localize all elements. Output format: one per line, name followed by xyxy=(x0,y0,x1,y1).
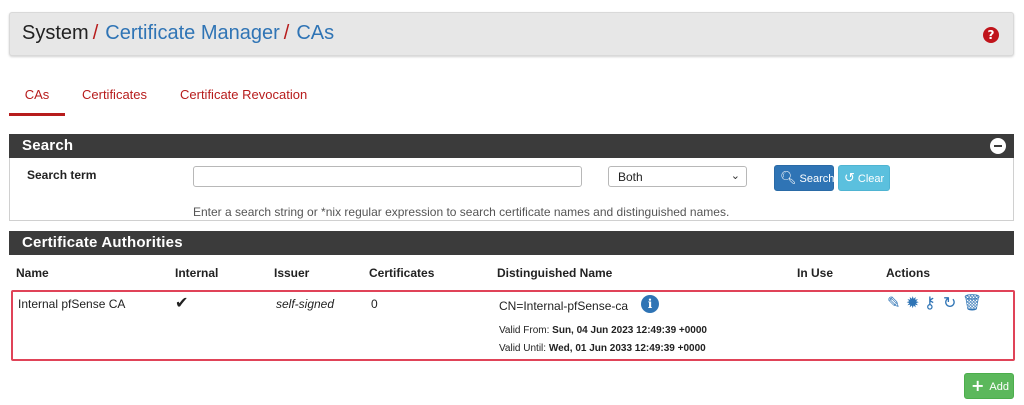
gear-icon[interactable]: ✹ xyxy=(906,293,919,312)
search-term-label: Search term xyxy=(27,168,97,182)
search-icon: 🔍︎ xyxy=(780,171,797,186)
add-button[interactable]: + Add xyxy=(964,373,1014,399)
column-header-actions: Actions xyxy=(886,266,931,280)
ca-certificates-count: 0 xyxy=(371,297,378,311)
valid-from-label: Valid From: xyxy=(499,325,550,336)
tab-certificate-revocation[interactable]: Certificate Revocation xyxy=(180,82,307,116)
tab-certificates[interactable]: Certificates xyxy=(82,82,147,116)
trash-icon[interactable]: 🗑︎ xyxy=(962,293,982,312)
refresh-icon[interactable]: ↻ xyxy=(943,293,956,312)
tab-cas[interactable]: CAs xyxy=(9,82,65,116)
column-header-distinguished-name: Distinguished Name xyxy=(497,266,613,280)
undo-icon: ↺ xyxy=(844,171,855,186)
column-header-name: Name xyxy=(16,266,49,280)
search-input[interactable] xyxy=(193,166,582,187)
breadcrumb-cas[interactable]: CAs xyxy=(296,22,334,44)
breadcrumb-separator: / xyxy=(92,22,99,44)
search-button-label: Search xyxy=(799,173,835,185)
search-panel-header: Search xyxy=(9,134,1014,158)
search-scope-value: Both xyxy=(618,170,643,184)
clear-button[interactable]: ↺ Clear xyxy=(838,165,890,191)
help-icon[interactable]: ? xyxy=(983,27,999,43)
search-panel-title: Search xyxy=(22,137,74,154)
breadcrumb-bar: System / Certificate Manager / CAs ? xyxy=(9,12,1014,56)
chevron-down-icon: ⌄ xyxy=(730,169,740,182)
pencil-icon[interactable]: ✎ xyxy=(887,293,900,312)
info-icon[interactable]: i xyxy=(641,295,659,313)
search-panel-body: Search term Both ⌄ 🔍︎ Search ↺ Clear Enter… xyxy=(9,158,1014,221)
column-header-issuer: Issuer xyxy=(274,266,310,280)
ca-table: Name Internal Issuer Certificates Distin… xyxy=(9,255,1015,362)
plus-icon: + xyxy=(971,376,985,395)
breadcrumb-certificate-manager[interactable]: Certificate Manager xyxy=(105,22,280,44)
breadcrumb-separator: / xyxy=(283,22,290,44)
column-header-in-use: In Use xyxy=(797,266,834,280)
valid-until-value: Wed, 01 Jun 2033 12:49:39 +0000 xyxy=(548,343,706,354)
ca-panel-title: Certificate Authorities xyxy=(22,234,183,251)
column-header-internal: Internal xyxy=(175,266,219,280)
valid-until-label: Valid Until: xyxy=(499,343,547,354)
search-button[interactable]: 🔍︎ Search xyxy=(774,165,834,191)
column-header-certificates: Certificates xyxy=(369,266,435,280)
add-button-label: Add xyxy=(989,381,1009,393)
breadcrumb: System / Certificate Manager / CAs xyxy=(22,22,334,45)
ca-distinguished-name: CN=Internal-pfSense-ca xyxy=(499,299,629,313)
valid-from-value: Sun, 04 Jun 2023 12:49:39 +0000 xyxy=(552,325,707,336)
ca-valid-from: Valid From: Sun, 04 Jun 2023 12:49:39 +0… xyxy=(499,325,707,336)
ca-issuer: self-signed xyxy=(276,297,335,311)
clear-button-label: Clear xyxy=(857,173,885,185)
ca-valid-until: Valid Until: Wed, 01 Jun 2033 12:49:39 +… xyxy=(499,343,706,354)
check-icon: ✔ xyxy=(175,293,189,312)
key-icon[interactable]: ⚷ xyxy=(924,293,936,312)
ca-name: Internal pfSense CA xyxy=(18,297,126,311)
search-help-text: Enter a search string or *nix regular ex… xyxy=(193,205,730,219)
ca-panel-header: Certificate Authorities xyxy=(9,231,1014,255)
collapse-icon[interactable] xyxy=(990,138,1006,154)
search-scope-select[interactable]: Both ⌄ xyxy=(608,166,747,187)
breadcrumb-system: System xyxy=(22,22,89,44)
